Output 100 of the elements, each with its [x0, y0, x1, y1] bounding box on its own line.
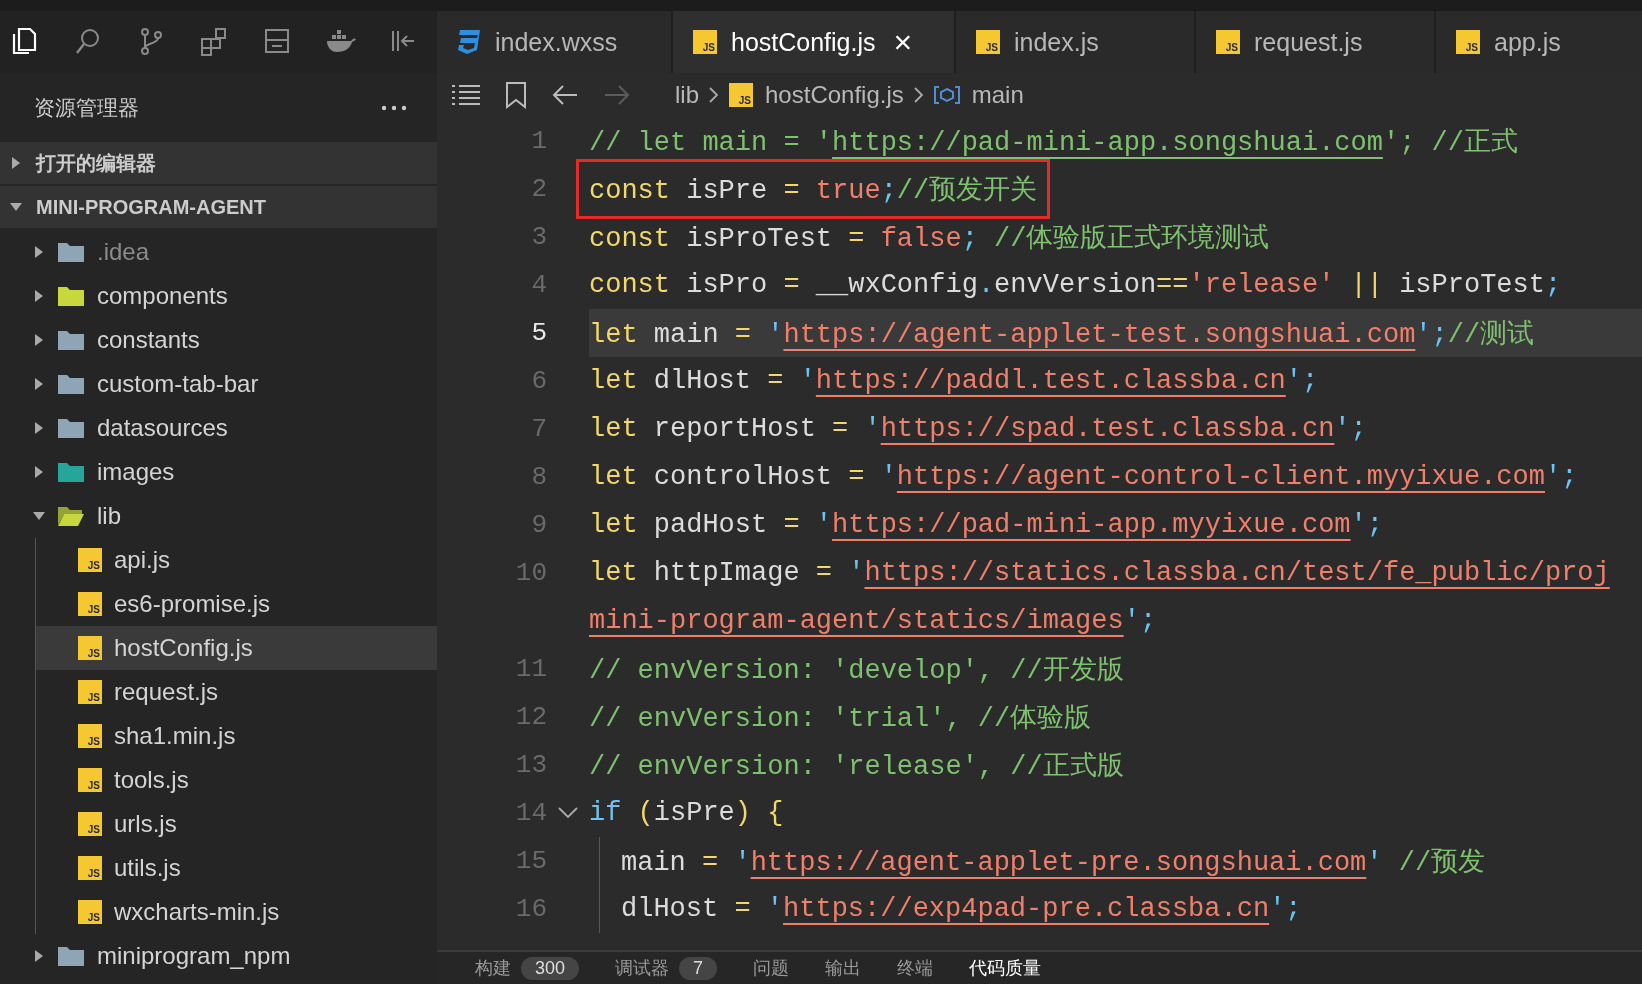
- list-icon[interactable]: [451, 83, 481, 107]
- tree-item-label[interactable]: components: [97, 282, 228, 310]
- editor-tab[interactable]: JS hostConfig.js ×: [673, 11, 956, 73]
- tree-item-label[interactable]: wxcharts-min.js: [114, 898, 280, 926]
- tree-item-label[interactable]: es6-promise.js: [114, 590, 271, 618]
- section-header[interactable]: 打开的编辑器: [0, 142, 437, 184]
- editor-tab[interactable]: JS request.js: [1196, 11, 1436, 73]
- panel-tab[interactable]: 终端: [897, 956, 934, 980]
- editor-tab[interactable]: JS app.js: [1436, 11, 1642, 73]
- tree-item-label[interactable]: miniprogram_npm: [97, 942, 291, 970]
- close-button[interactable]: ×: [893, 26, 913, 58]
- line-number: 12: [514, 702, 547, 732]
- line-number: 3: [530, 222, 547, 252]
- tree-item-label[interactable]: images: [97, 458, 175, 486]
- line-number: 7: [530, 414, 547, 444]
- code-line: // envVersion: 'release', //正式版: [589, 751, 1124, 783]
- js-file-icon: JS: [78, 900, 102, 924]
- line-number: 16: [514, 894, 547, 924]
- code-line: main = 'https://agent-applet-pre.songshuai.com' //预发: [621, 847, 1486, 879]
- line-number: 6: [530, 366, 547, 396]
- code-line: let httpImage = 'https://statics.classba.cn/test/fe_public/proj: [589, 558, 1610, 588]
- fold-chevron-icon[interactable]: [558, 807, 578, 819]
- explorer-title: 资源管理器: [34, 94, 139, 121]
- js-file-icon: JS: [78, 856, 102, 880]
- triangle-right-icon[interactable]: [33, 466, 45, 478]
- js-file-icon: JS: [78, 636, 102, 660]
- line-number: 9: [530, 510, 547, 540]
- line-number: 8: [530, 462, 547, 492]
- triangle-right-icon[interactable]: [10, 157, 22, 169]
- count-badge: 300: [521, 956, 580, 980]
- tree-item-label[interactable]: request.js: [114, 678, 219, 706]
- tree-item-label[interactable]: api.js: [114, 546, 171, 574]
- triangle-down-icon[interactable]: [10, 201, 22, 213]
- js-file-icon: JS: [976, 30, 1000, 54]
- tree-item-label[interactable]: sha1.min.js: [114, 722, 236, 750]
- code-line: const isPro = __wxConfig.envVersion=='release' || isProTest;: [589, 270, 1562, 300]
- js-file-icon: JS: [693, 30, 717, 54]
- js-file-icon: JS: [1216, 30, 1240, 54]
- tree-item-label[interactable]: custom-tab-bar: [97, 370, 259, 398]
- js-file-icon: JS: [78, 680, 102, 704]
- tree-item-label[interactable]: constants: [97, 326, 200, 354]
- editor-tab[interactable]: index.wxss: [437, 11, 673, 73]
- code-line: let main = 'https://agent-applet-test.songshuai.com';//测试: [589, 319, 1535, 351]
- code-line: if (isPre) {: [589, 798, 784, 828]
- js-file-icon: JS: [78, 592, 102, 616]
- code-line: let reportHost = 'https://spad.test.classba.cn';: [589, 414, 1367, 444]
- tree-item-label[interactable]: datasources: [97, 414, 228, 442]
- breadcrumb-item[interactable]: lib: [675, 81, 699, 109]
- chevron-right-icon: [709, 87, 719, 103]
- css-file-icon: [457, 29, 481, 55]
- code-line: const isPre = true;//预发开关: [589, 176, 1038, 206]
- js-file-icon: JS: [729, 83, 753, 107]
- tree-item-label[interactable]: hostConfig.js: [114, 634, 253, 662]
- code-line: dlHost = 'https://exp4pad-pre.classba.cn';: [621, 894, 1302, 924]
- triangle-right-icon[interactable]: [33, 334, 45, 346]
- panel-tab[interactable]: 构建 300: [475, 956, 580, 980]
- editor-tab[interactable]: JS index.js: [956, 11, 1196, 73]
- line-number: 14: [514, 798, 547, 828]
- count-badge: 7: [679, 956, 718, 980]
- code-line: mini-program-agent/statics/images';: [589, 606, 1157, 636]
- panel-tab[interactable]: 问题: [753, 956, 790, 980]
- tree-item-label[interactable]: tools.js: [114, 766, 189, 794]
- bookmark-icon[interactable]: [505, 81, 527, 109]
- code-line: let dlHost = 'https://paddl.test.classba.cn';: [589, 366, 1319, 396]
- back-arrow-icon[interactable]: [551, 83, 579, 107]
- line-number: 2: [530, 174, 547, 204]
- js-file-icon: JS: [78, 768, 102, 792]
- tree-item-label[interactable]: .idea: [97, 238, 150, 266]
- line-number: 15: [514, 846, 547, 876]
- panel-tab[interactable]: 代码质量: [969, 956, 1042, 980]
- code-line: let padHost = 'https://pad-mini-app.myyixue.com';: [589, 510, 1383, 540]
- js-file-icon: JS: [78, 724, 102, 748]
- chevron-right-icon: [913, 87, 924, 103]
- line-number: 10: [514, 558, 547, 588]
- triangle-right-icon[interactable]: [33, 290, 45, 302]
- triangle-right-icon[interactable]: [33, 950, 45, 962]
- tree-item-label[interactable]: utils.js: [114, 854, 181, 882]
- triangle-right-icon[interactable]: [33, 378, 45, 390]
- line-number: 11: [514, 654, 547, 684]
- tree-item-label[interactable]: urls.js: [114, 810, 177, 838]
- panel-tab[interactable]: 输出: [825, 956, 862, 980]
- js-file-icon: JS: [78, 548, 102, 572]
- triangle-right-icon[interactable]: [33, 246, 45, 258]
- js-file-icon: JS: [1456, 30, 1480, 54]
- symbol-icon: [933, 85, 960, 105]
- line-number: 1: [530, 126, 547, 156]
- code-line: // envVersion: 'develop', //开发版: [589, 655, 1124, 687]
- triangle-right-icon[interactable]: [33, 422, 45, 434]
- line-number: 13: [514, 750, 547, 780]
- breadcrumb-item[interactable]: main: [971, 81, 1024, 109]
- tree-item-label[interactable]: lib: [97, 502, 121, 530]
- triangle-down-icon[interactable]: [33, 510, 45, 522]
- line-number: 4: [530, 270, 547, 300]
- code-line: const isProTest = false; //体验版正式环境测试: [589, 222, 1270, 255]
- section-header[interactable]: MINI-PROGRAM-AGENT: [0, 186, 437, 228]
- more-icon[interactable]: [381, 104, 407, 111]
- code-line: // envVersion: 'trial', //体验版: [589, 703, 1092, 735]
- breadcrumb-item[interactable]: hostConfig.js: [765, 81, 904, 109]
- line-number: 5: [530, 318, 547, 348]
- panel-tab[interactable]: 调试器 7: [615, 956, 718, 980]
